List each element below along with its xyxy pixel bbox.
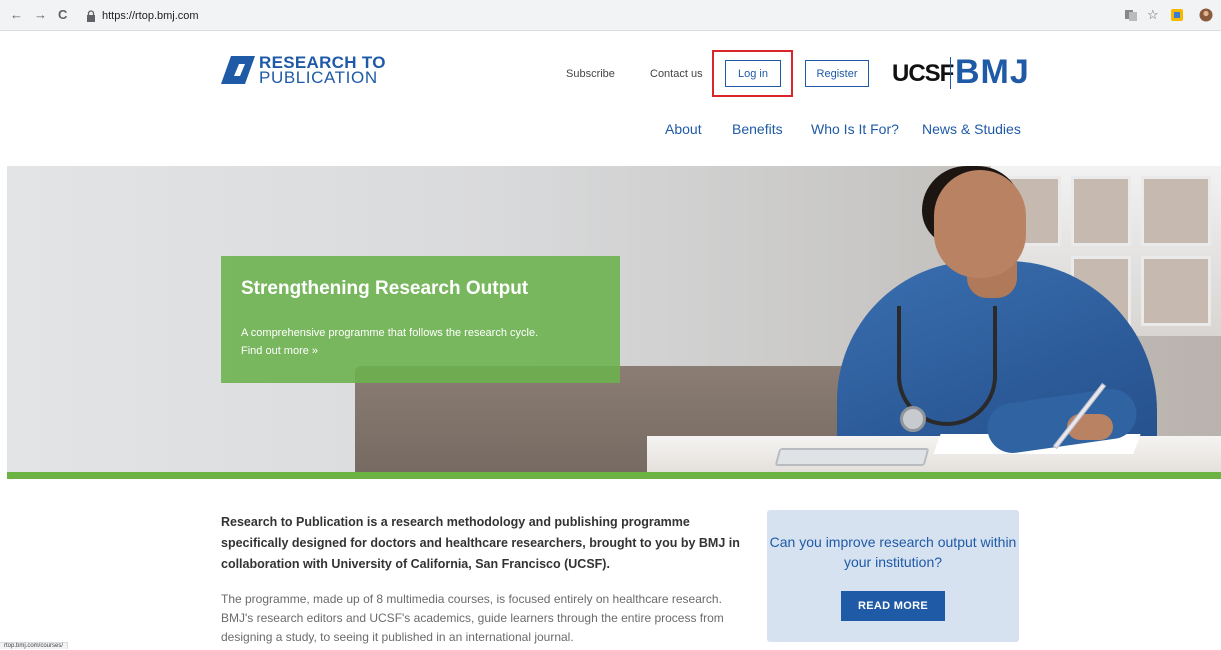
lock-icon [87,10,95,22]
contact-us-link[interactable]: Contact us [650,68,703,80]
hero-banner: Strengthening Research Output A comprehe… [7,166,1221,472]
bookmark-star-icon[interactable]: ☆ [1147,8,1161,22]
ucsf-logo[interactable]: UCSF [892,60,954,88]
site-logo[interactable]: RESEARCH TO PUBLICATION [221,54,386,87]
status-bar-url: rtop.bmj.com/courses/ [0,642,69,649]
logo-line2: PUBLICATION [259,68,378,87]
browser-toolbar: ← → C https://rtop.bmj.com ☆ [0,0,1221,31]
url-text: https://rtop.bmj.com [102,10,199,22]
subscribe-link[interactable]: Subscribe [566,68,615,80]
address-bar[interactable]: https://rtop.bmj.com [86,7,1166,25]
login-highlight-box [712,50,793,97]
cta-text: Can you improve research output within y… [769,534,1017,570]
nav-news-studies[interactable]: News & Studies [922,121,1021,137]
nav-about[interactable]: About [665,121,702,137]
intro-paragraph: Research to Publication is a research me… [221,515,740,571]
translate-icon[interactable] [1124,8,1138,22]
hero-tablet [774,448,930,466]
register-button[interactable]: Register [805,60,869,87]
logo-divider [950,57,951,89]
read-more-button[interactable]: READ MORE [841,591,945,621]
rtop-logo-icon [221,56,255,84]
nav-who-is-it-for[interactable]: Who Is It For? [811,121,899,137]
forward-button[interactable]: → [34,8,47,22]
back-button[interactable]: ← [10,8,23,22]
cta-panel: Can you improve research output within y… [767,510,1019,642]
bmj-logo[interactable]: BMJ [955,53,1030,92]
hero-title: Strengthening Research Output [241,278,529,299]
find-out-more-link[interactable]: Find out more » [241,342,600,360]
hero-subtitle: A comprehensive programme that follows t… [241,327,539,339]
hero-divider [7,472,1221,479]
body-paragraph: The programme, made up of 8 multimedia c… [221,592,724,644]
profile-avatar[interactable] [1199,8,1213,22]
extension-icon[interactable] [1170,8,1184,22]
reload-button[interactable]: C [58,8,67,22]
hero-promo-box[interactable]: Strengthening Research Output A comprehe… [221,256,620,383]
nav-benefits[interactable]: Benefits [732,121,783,137]
